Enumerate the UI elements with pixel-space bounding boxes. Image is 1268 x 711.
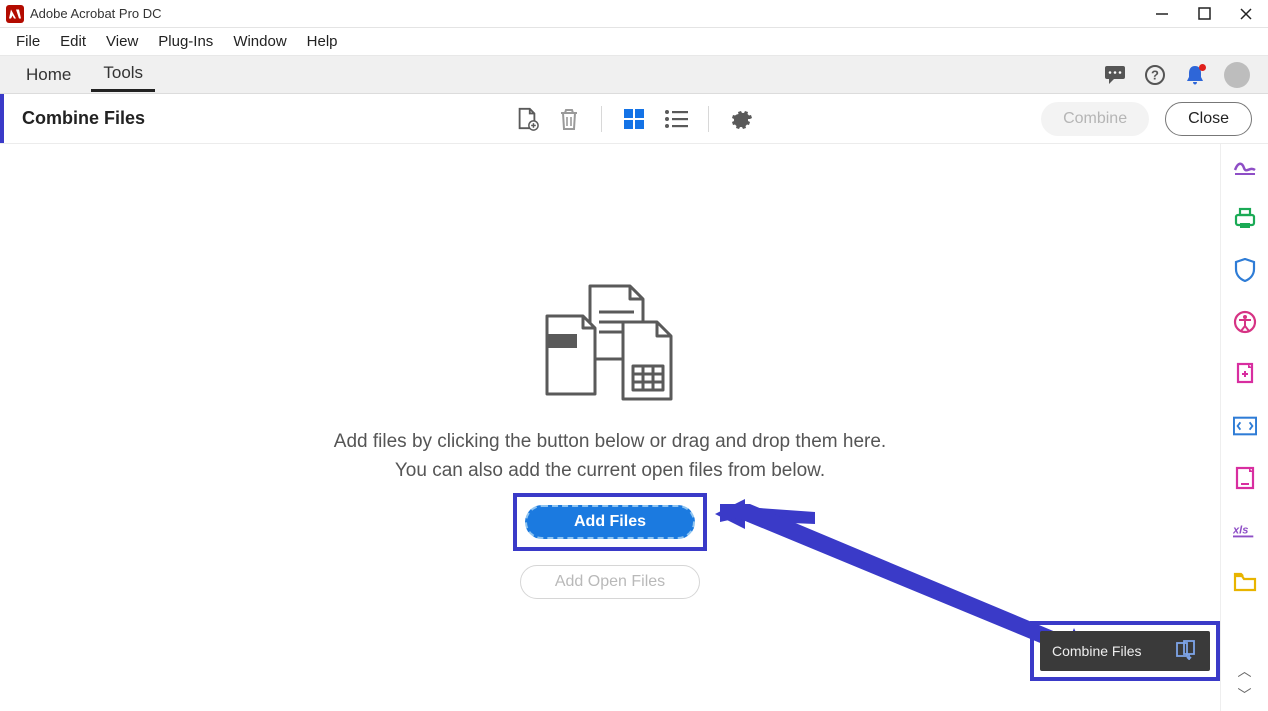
menu-plugins[interactable]: Plug-Ins [148,30,223,53]
combine-button: Combine [1041,102,1149,136]
list-view-icon[interactable] [664,107,688,131]
folder-icon[interactable] [1233,570,1257,594]
trash-icon[interactable] [557,107,581,131]
chevron-up-icon[interactable]: ︿ [1238,661,1252,681]
tab-home[interactable]: Home [14,59,83,91]
main-canvas[interactable]: Add files by clicking the button below o… [0,144,1220,711]
export-pdf-icon[interactable] [1233,206,1257,230]
stamp-icon[interactable] [1233,362,1257,386]
profile-avatar[interactable] [1224,62,1250,88]
menu-bar: File Edit View Plug-Ins Window Help [0,28,1268,56]
notification-badge [1199,64,1206,71]
app-title: Adobe Acrobat Pro DC [30,6,162,21]
combine-files-icon [1176,640,1198,663]
html-code-icon[interactable] [1233,414,1257,438]
app-icon [6,5,24,23]
grid-view-icon[interactable] [622,107,646,131]
menu-file[interactable]: File [6,30,50,53]
menu-edit[interactable]: Edit [50,30,96,53]
combine-files-tooltip[interactable]: Combine Files [1040,631,1210,671]
fill-sign-icon[interactable] [1233,154,1257,178]
files-illustration-icon [535,284,685,404]
menu-view[interactable]: View [96,30,148,53]
add-open-files-button[interactable]: Add Open Files [520,565,700,599]
add-files-button[interactable]: Add Files [525,505,695,539]
right-tool-rail: xls ︿ ﹀ [1220,144,1268,711]
comment-icon[interactable] [1104,64,1126,86]
menu-window[interactable]: Window [223,30,296,53]
notifications-icon[interactable] [1184,64,1206,86]
tooltip-label: Combine Files [1052,643,1141,659]
menu-help[interactable]: Help [297,30,348,53]
separator [708,106,709,132]
annotation-highlight-add-files: Add Files [513,493,707,551]
annotation-highlight-combine-tooltip: Combine Files [1030,621,1220,681]
svg-text:?: ? [1151,67,1159,82]
toolbar-accent [0,94,4,143]
separator [601,106,602,132]
add-page-icon[interactable] [515,107,539,131]
tab-tools[interactable]: Tools [91,57,155,92]
instructions-text: Add files by clicking the button below o… [334,428,886,485]
toolbar-title: Combine Files [22,108,145,129]
top-navigation: Home Tools ? [0,56,1268,94]
help-icon[interactable]: ? [1144,64,1166,86]
organize-pages-icon[interactable] [1233,466,1257,490]
annotation-arrow-icon [715,494,835,559]
window-maximize-button[interactable] [1194,4,1214,24]
window-titlebar: Adobe Acrobat Pro DC [0,0,1268,28]
instruction-line-2: You can also add the current open files … [334,457,886,486]
accessibility-icon[interactable] [1233,310,1257,334]
window-minimize-button[interactable] [1152,4,1172,24]
export-xls-icon[interactable]: xls [1233,518,1257,542]
settings-gear-icon[interactable] [729,107,753,131]
chevron-down-icon[interactable]: ﹀ [1238,685,1252,705]
close-button[interactable]: Close [1165,102,1252,136]
svg-text:xls: xls [1233,525,1248,537]
protect-shield-icon[interactable] [1233,258,1257,282]
window-close-button[interactable] [1236,4,1256,24]
instruction-line-1: Add files by clicking the button below o… [334,428,886,457]
tool-toolbar: Combine Files Combine Close [0,94,1268,144]
